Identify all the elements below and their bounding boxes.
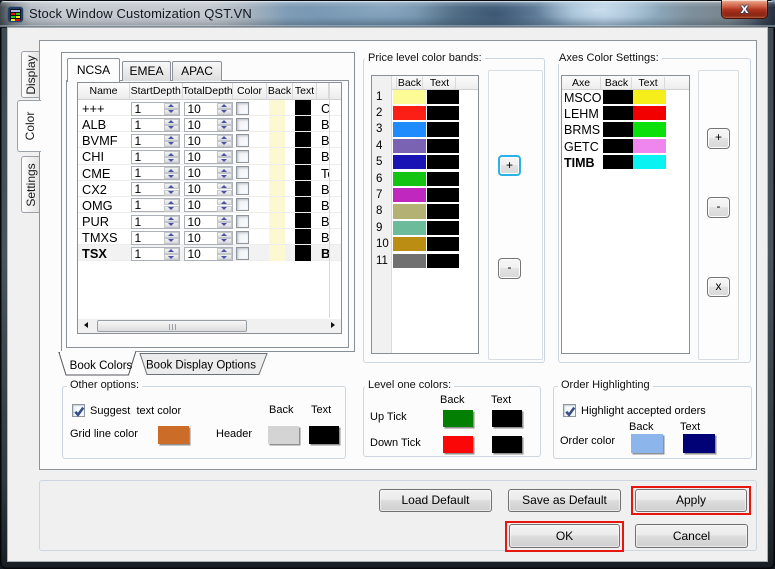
svg-text:Book Display Options: Book Display Options (146, 360, 256, 372)
svg-text:Book Colors: Book Colors (70, 360, 133, 372)
